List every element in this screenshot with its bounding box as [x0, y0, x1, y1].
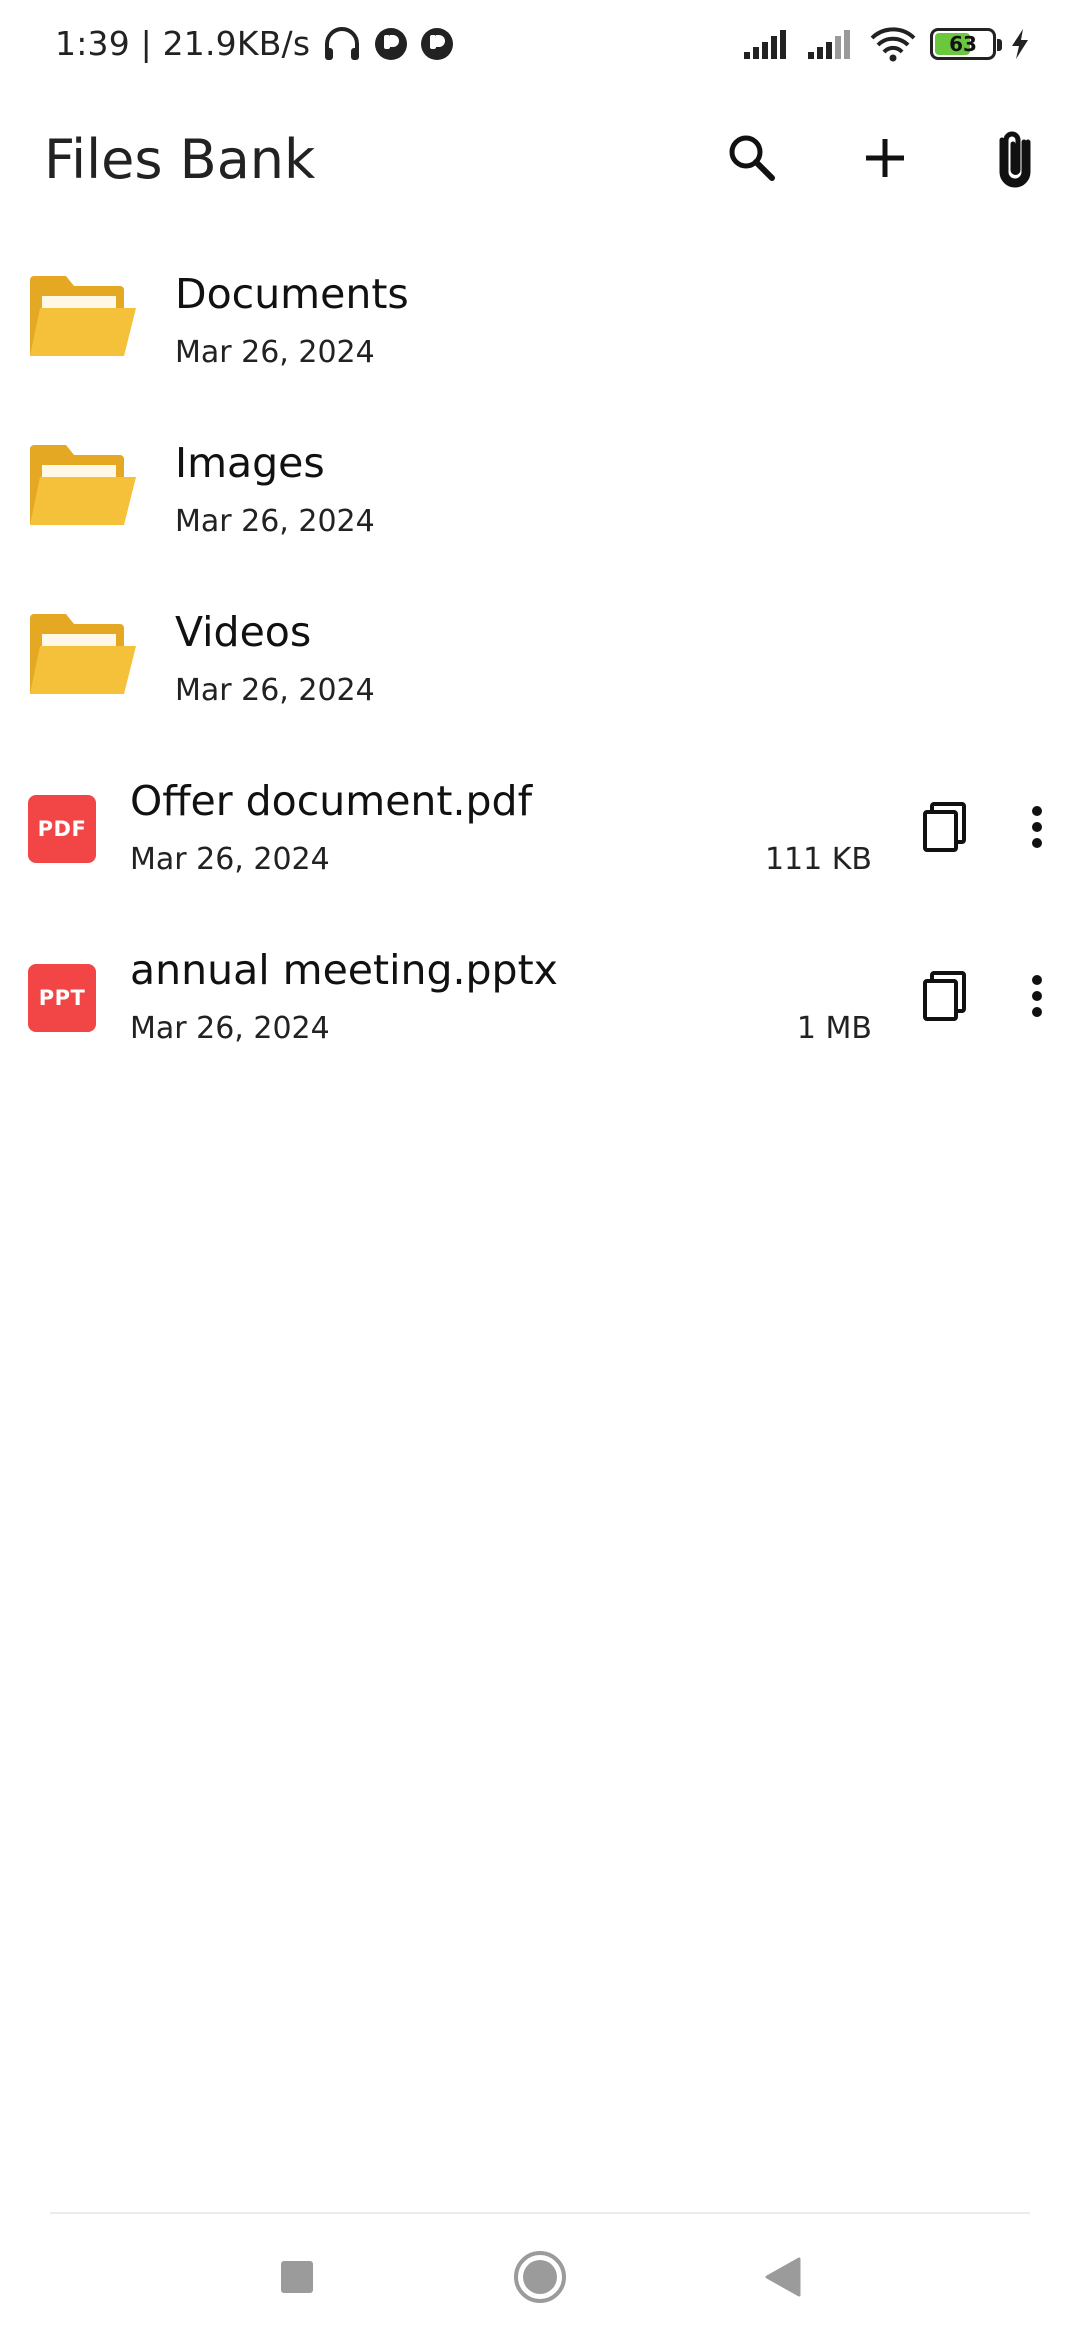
file-date: Mar 26, 2024	[130, 1011, 330, 1046]
folder-name: Images	[175, 439, 325, 487]
pdf-file-icon: PDF	[28, 795, 96, 863]
battery-icon: 63	[930, 28, 1002, 60]
status-right: 63	[742, 26, 1030, 62]
file-size: 1 MB	[796, 1011, 872, 1046]
folder-date: Mar 26, 2024	[175, 673, 375, 708]
copy-button[interactable]	[912, 797, 976, 861]
home-button[interactable]	[505, 2244, 575, 2314]
back-button[interactable]	[748, 2244, 818, 2314]
status-time: 1:39 | 21.9KB/s	[55, 24, 311, 63]
notification-app-icon	[420, 27, 454, 61]
headphones-icon	[322, 25, 362, 63]
copy-icon	[922, 971, 966, 1025]
attach-button[interactable]	[976, 120, 1056, 200]
paperclip-icon	[994, 128, 1038, 192]
folder-row-images[interactable]: Images Mar 26, 2024	[0, 419, 1080, 588]
screen: 1:39 | 21.9KB/s 63 Files Bank Documents …	[0, 0, 1080, 2340]
copy-button[interactable]	[912, 966, 976, 1030]
file-name: annual meeting.pptx	[130, 946, 558, 994]
wifi-icon	[870, 26, 916, 62]
file-list: Documents Mar 26, 2024 Images Mar 26, 20…	[0, 250, 1080, 1095]
charging-bolt-icon	[1010, 28, 1030, 60]
folder-name: Videos	[175, 608, 312, 656]
folder-name: Documents	[175, 270, 409, 318]
file-name: Offer document.pdf	[130, 777, 533, 825]
battery-level: 63	[949, 32, 977, 56]
home-circle-icon	[513, 2250, 567, 2308]
more-options-button[interactable]	[1010, 966, 1064, 1030]
more-vert-icon	[1031, 974, 1043, 1022]
file-row-offer-document[interactable]: PDF Offer document.pdf Mar 26, 2024 111 …	[0, 757, 1080, 926]
file-size: 111 KB	[764, 842, 872, 877]
file-date: Mar 26, 2024	[130, 842, 330, 877]
back-triangle-icon	[763, 2256, 803, 2302]
search-icon	[724, 130, 780, 190]
recents-square-icon	[279, 2259, 315, 2299]
recents-button[interactable]	[262, 2244, 332, 2314]
search-button[interactable]	[712, 120, 792, 200]
folder-row-videos[interactable]: Videos Mar 26, 2024	[0, 588, 1080, 757]
status-bar: 1:39 | 21.9KB/s 63	[0, 0, 1080, 96]
more-options-button[interactable]	[1010, 797, 1064, 861]
file-row-annual-meeting[interactable]: PPT annual meeting.pptx Mar 26, 2024 1 M…	[0, 926, 1080, 1095]
plus-icon	[860, 133, 910, 187]
copy-icon	[922, 802, 966, 856]
cell-signal-icon	[742, 28, 792, 60]
app-title: Files Bank	[44, 128, 316, 191]
folder-icon	[28, 612, 140, 698]
system-nav-bar	[0, 2214, 1080, 2340]
folder-row-documents[interactable]: Documents Mar 26, 2024	[0, 250, 1080, 419]
status-left: 1:39 | 21.9KB/s	[55, 24, 454, 63]
cell-signal-icon	[806, 28, 856, 60]
more-vert-icon	[1031, 805, 1043, 853]
app-header: Files Bank	[0, 110, 1080, 210]
folder-icon	[28, 443, 140, 529]
folder-icon	[28, 274, 140, 360]
folder-date: Mar 26, 2024	[175, 504, 375, 539]
add-button[interactable]	[845, 120, 925, 200]
folder-date: Mar 26, 2024	[175, 335, 375, 370]
notification-app-icon	[374, 27, 408, 61]
ppt-file-icon: PPT	[28, 964, 96, 1032]
